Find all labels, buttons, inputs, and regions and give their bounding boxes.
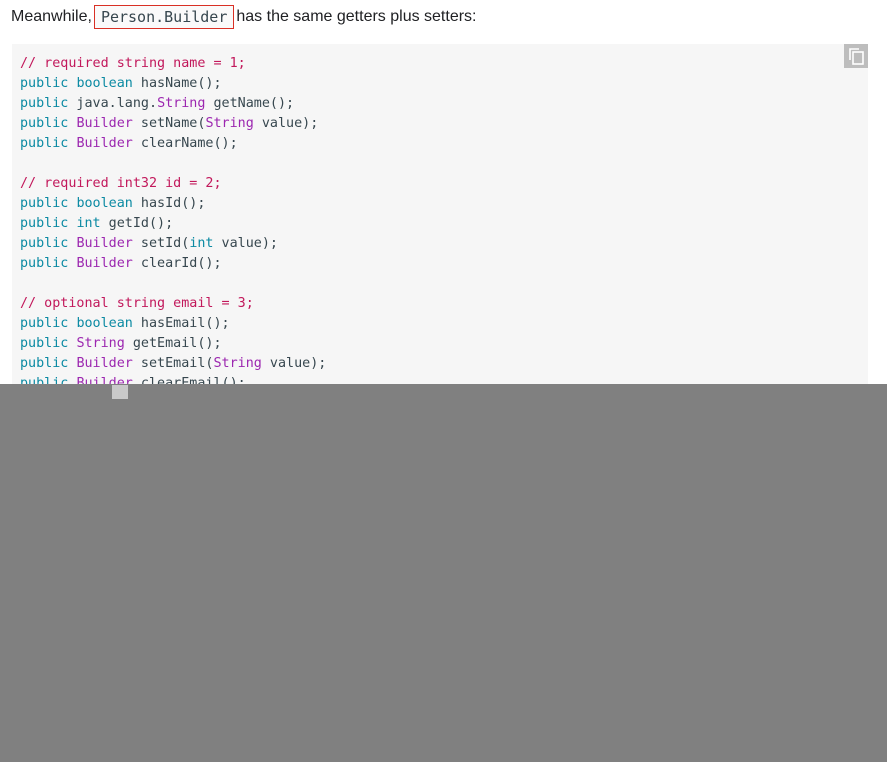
- code-token-plain: setEmail(: [132, 356, 214, 371]
- code-token-comment: // required string name = 1;: [20, 56, 246, 71]
- code-token-kw: boolean: [76, 316, 133, 331]
- code-token-plain: getEmail();: [124, 336, 222, 351]
- code-token-kw: public: [20, 236, 69, 251]
- code-token-comment: // required int32 id = 2;: [20, 176, 222, 191]
- code-token-type: Builder: [76, 116, 133, 131]
- code-token-type: Builder: [76, 236, 133, 251]
- code-line: public boolean hasEmail();: [20, 314, 326, 334]
- code-token-kw: public: [20, 356, 69, 371]
- code-token-plain: hasId();: [132, 196, 206, 211]
- code-token-type: String: [157, 96, 206, 111]
- code-token-plain: setId(: [132, 236, 190, 251]
- code-token-plain: value);: [253, 116, 319, 131]
- cursor-icon: [112, 385, 128, 399]
- code-token-plain: clearName();: [132, 136, 238, 151]
- code-line: public boolean hasName();: [20, 74, 326, 94]
- code-token-type: String: [76, 336, 125, 351]
- code-token-kw: public: [20, 216, 69, 231]
- code-line: public String getEmail();: [20, 334, 326, 354]
- code-block: // required string name = 1; public boole…: [12, 44, 868, 384]
- copy-button[interactable]: [844, 44, 868, 68]
- code-token-comment: // optional string email = 3;: [20, 296, 254, 311]
- code-token-plain: clearId();: [132, 256, 222, 271]
- code-token-type: Builder: [76, 356, 133, 371]
- code-line: public int getId();: [20, 214, 326, 234]
- code-token-kw: public: [20, 376, 69, 384]
- code-line: public Builder setId(int value);: [20, 234, 326, 254]
- code-token-kw: public: [20, 136, 69, 151]
- code-token-kw: boolean: [76, 76, 133, 91]
- code-token-kw: public: [20, 116, 69, 131]
- code-token-kw: public: [20, 76, 69, 91]
- code-line: public boolean hasId();: [20, 194, 326, 214]
- code-token-plain: getName();: [205, 96, 295, 111]
- code-token-kw: int: [189, 236, 214, 251]
- code-token-kw: boolean: [76, 196, 133, 211]
- code-token-plain: hasName();: [132, 76, 222, 91]
- code-token-kw: public: [20, 256, 69, 271]
- code-token-kw: public: [20, 196, 69, 211]
- code-token-type: Builder: [76, 376, 133, 384]
- code-token-kw: int: [76, 216, 101, 231]
- inline-code-class-name: Person.Builder: [93, 5, 235, 29]
- code-token-plain: clearEmail();: [132, 376, 246, 384]
- code-token-type: Builder: [76, 256, 133, 271]
- code-line: public Builder clearEmail();: [20, 374, 326, 384]
- code-lines: // required string name = 1; public boole…: [20, 54, 326, 384]
- code-line: // optional string email = 3;: [20, 294, 326, 314]
- code-line: public java.lang.String getName();: [20, 94, 326, 114]
- intro-text-before: Meanwhile,: [11, 8, 92, 25]
- code-line: public Builder setEmail(String value);: [20, 354, 326, 374]
- code-line: // required string name = 1;: [20, 54, 326, 74]
- code-token-plain: setName(: [132, 116, 206, 131]
- intro-text-after: has the same getters plus setters:: [236, 8, 477, 25]
- code-token-type: String: [213, 356, 262, 371]
- code-token-plain: java.lang.: [68, 96, 158, 111]
- intro-paragraph: Meanwhile, Person.Builder has the same g…: [11, 4, 477, 30]
- code-token-kw: public: [20, 336, 69, 351]
- copy-icon: [844, 44, 868, 68]
- code-line: public Builder setName(String value);: [20, 114, 326, 134]
- code-token-plain: hasEmail();: [132, 316, 230, 331]
- code-token-plain: getId();: [100, 216, 174, 231]
- code-line: // required int32 id = 2;: [20, 174, 326, 194]
- code-line: public Builder clearName();: [20, 134, 326, 154]
- code-token-type: Builder: [76, 136, 133, 151]
- code-token-plain: value);: [213, 236, 278, 251]
- code-token-plain: value);: [261, 356, 327, 371]
- gray-overlay: [0, 384, 887, 762]
- code-line: public Builder clearId();: [20, 254, 326, 274]
- code-token-kw: public: [20, 316, 69, 331]
- code-token-type: String: [205, 116, 254, 131]
- code-token-kw: public: [20, 96, 69, 111]
